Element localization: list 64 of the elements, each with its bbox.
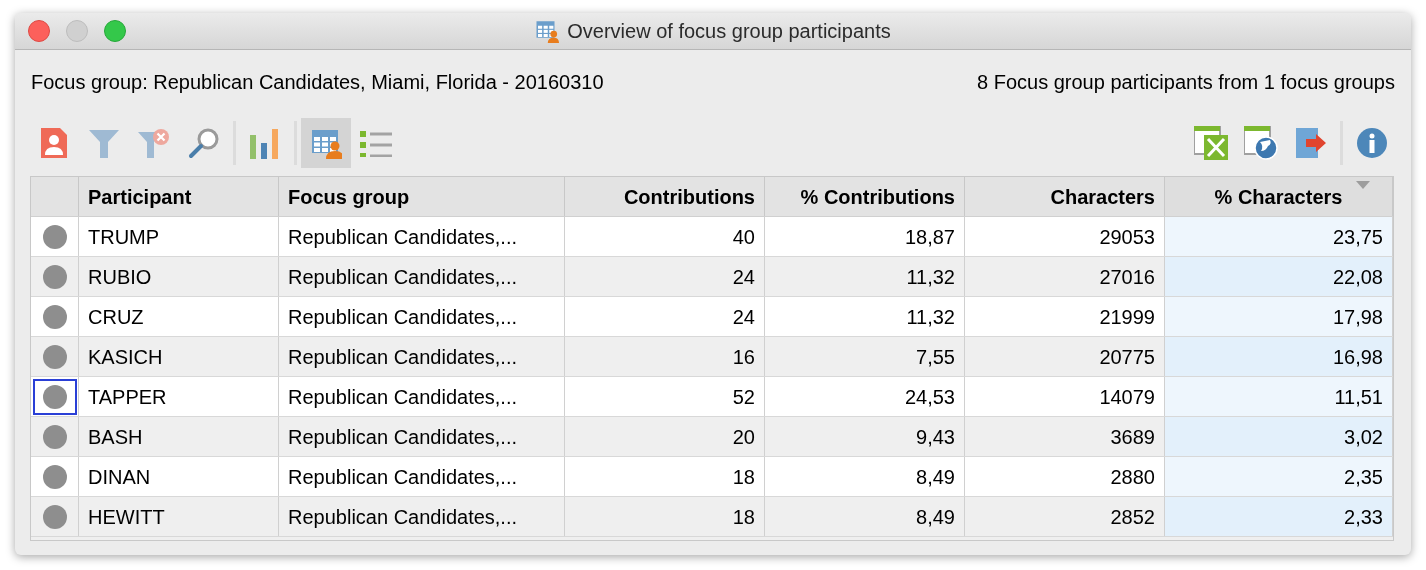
table-cell: Republican Candidates,...	[279, 497, 565, 536]
bar-chart-icon	[250, 127, 280, 159]
table-cell: 16,98	[1165, 337, 1393, 376]
list-icon	[360, 129, 392, 157]
filter-remove-icon	[138, 128, 170, 158]
person-document-icon	[41, 128, 67, 158]
close-button[interactable]	[28, 20, 50, 42]
spreadsheet-export-icon	[1194, 126, 1228, 160]
table-cell: 22,08	[1165, 257, 1393, 296]
table-cell: Republican Candidates,...	[279, 297, 565, 336]
table-cell: KASICH	[79, 337, 279, 376]
table-cell: 11,51	[1165, 377, 1393, 416]
column-header[interactable]: Contributions	[565, 177, 765, 216]
focus-group-label: Focus group: Republican Candidates, Miami, Florida - 20160310	[31, 70, 604, 95]
filter-icon	[89, 128, 119, 158]
search-icon	[188, 127, 220, 159]
column-header[interactable]: Focus group	[279, 177, 565, 216]
table-cell: TAPPER	[79, 377, 279, 416]
table-cell: CRUZ	[79, 297, 279, 336]
spreadsheet-globe-icon	[1244, 126, 1278, 160]
info-icon	[1356, 127, 1388, 159]
table-cell: 7,55	[765, 337, 965, 376]
table-cell: 18	[565, 497, 765, 536]
column-header[interactable]: % Contributions	[765, 177, 965, 216]
table-cell: 24	[565, 297, 765, 336]
table-cell: 24	[565, 257, 765, 296]
zoom-button[interactable]	[104, 20, 126, 42]
table-cell: 18,87	[765, 217, 965, 256]
table-cell: 9,43	[765, 417, 965, 456]
table-cell: 23,75	[1165, 217, 1393, 256]
table-cell: 40	[565, 217, 765, 256]
table-cell: 11,32	[765, 257, 965, 296]
sort-descending-icon	[1356, 181, 1370, 189]
table-view-button[interactable]	[301, 118, 351, 168]
table-cell: 17,98	[1165, 297, 1393, 336]
table-cell: 3,02	[1165, 417, 1393, 456]
column-header[interactable]: Participant	[79, 177, 279, 216]
table-cell: 52	[565, 377, 765, 416]
table-cell: 16	[565, 337, 765, 376]
table-cell: BASH	[79, 417, 279, 456]
table-cell: Republican Candidates,...	[279, 457, 565, 496]
participant-summary: 8 Focus group participants from 1 focus groups	[977, 70, 1395, 95]
table-cell: 8,49	[765, 457, 965, 496]
table-cell: Republican Candidates,...	[279, 377, 565, 416]
table-cell: DINAN	[79, 457, 279, 496]
table-cell: TRUMP	[79, 217, 279, 256]
table-cell: Republican Candidates,...	[279, 417, 565, 456]
table-cell: HEWITT	[79, 497, 279, 536]
table-cell: 11,32	[765, 297, 965, 336]
window-icon	[535, 19, 560, 43]
table-cell: 20	[565, 417, 765, 456]
table-cell: 2,33	[1165, 497, 1393, 536]
table-cell: RUBIO	[79, 257, 279, 296]
table-cell: Republican Candidates,...	[279, 337, 565, 376]
window-title: Overview of focus group participants	[567, 19, 891, 44]
column-header[interactable]: % Characters	[1165, 177, 1393, 216]
table-person-icon	[310, 127, 342, 159]
table-cell: Republican Candidates,...	[279, 217, 565, 256]
table-cell: Republican Candidates,...	[279, 257, 565, 296]
exit-door-icon	[1294, 126, 1328, 160]
table-cell: 24,53	[765, 377, 965, 416]
table-cell: 8,49	[765, 497, 965, 536]
table-cell: 2,35	[1165, 457, 1393, 496]
table-cell: 18	[565, 457, 765, 496]
